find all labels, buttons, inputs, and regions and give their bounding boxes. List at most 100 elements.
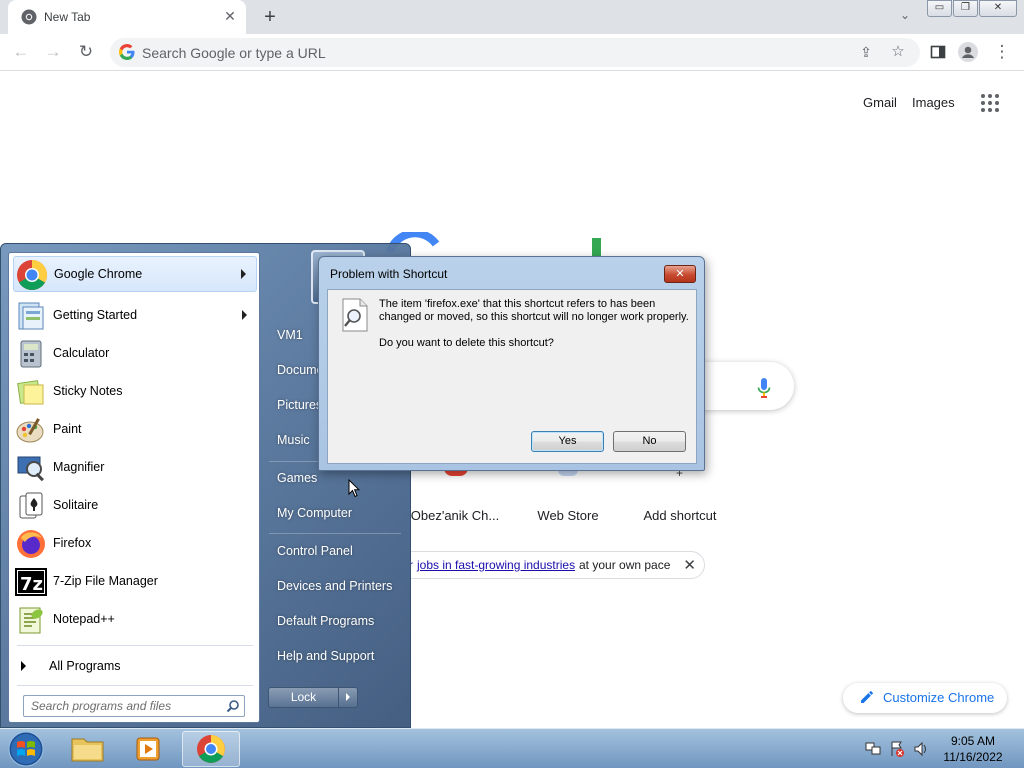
- calculator-icon: [20, 340, 42, 368]
- start-link-devices-printers[interactable]: Devices and Printers: [277, 579, 392, 593]
- program-label: Calculator: [53, 346, 110, 360]
- program-notepadpp[interactable]: Notepad++: [13, 602, 257, 638]
- address-bar[interactable]: Search Google or type a URL ⇪ ☆: [110, 38, 920, 67]
- voice-search-icon[interactable]: [757, 378, 771, 398]
- program-paint[interactable]: Paint: [13, 412, 257, 448]
- start-link-vm1[interactable]: VM1: [277, 328, 303, 342]
- search-icon: [226, 700, 239, 713]
- program-getting-started[interactable]: Getting Started: [13, 298, 257, 334]
- all-programs-label: All Programs: [49, 659, 121, 673]
- notepadpp-icon: [19, 607, 43, 634]
- program-sticky-notes[interactable]: Sticky Notes: [13, 374, 257, 410]
- google-apps-icon[interactable]: [981, 94, 999, 112]
- windows-start-orb-icon[interactable]: [6, 730, 46, 768]
- shortcut-web-store[interactable]: Web Store: [513, 508, 623, 523]
- start-link-games[interactable]: Games: [277, 471, 317, 485]
- dialog-body: The item 'firefox.exe' that this shortcu…: [327, 289, 697, 464]
- share-icon[interactable]: ⇪: [856, 42, 876, 62]
- shutdown-options-button[interactable]: [338, 687, 358, 708]
- problem-with-shortcut-dialog: Problem with Shortcut ✕ The item 'firefo…: [318, 256, 705, 471]
- chrome-menu-icon[interactable]: ⋮: [992, 42, 1012, 62]
- start-search-input[interactable]: Search programs and files: [23, 695, 245, 717]
- pencil-icon: [861, 691, 873, 703]
- program-label: Google Chrome: [54, 267, 143, 281]
- folder-icon: [71, 738, 104, 762]
- mouse-cursor-icon: [348, 479, 360, 498]
- network-icon[interactable]: [865, 742, 881, 755]
- customize-label: Customize Chrome: [883, 690, 995, 705]
- start-link-my-computer[interactable]: My Computer: [277, 506, 352, 520]
- all-programs-arrow-icon: [21, 661, 26, 671]
- dialog-close-button[interactable]: ✕: [664, 265, 696, 283]
- program-firefox[interactable]: Firefox: [13, 526, 257, 562]
- right-pane-separator: [269, 533, 401, 534]
- taskbar-explorer-button[interactable]: [58, 731, 116, 767]
- start-menu-programs-pane: Google Chrome Getting Started Calculator: [8, 252, 260, 723]
- program-solitaire[interactable]: Solitaire: [13, 488, 257, 524]
- dialog-question: Do you want to delete this shortcut?: [379, 337, 554, 349]
- promo-text: at your own pace: [579, 558, 671, 572]
- yes-button[interactable]: Yes: [531, 431, 604, 452]
- images-link[interactable]: Images: [912, 95, 955, 110]
- lock-button[interactable]: Lock: [268, 687, 339, 708]
- start-link-music[interactable]: Music: [277, 433, 310, 447]
- omnibox-placeholder: Search Google or type a URL: [142, 45, 326, 61]
- taskbar-media-player-button[interactable]: [120, 731, 178, 767]
- tab-strip: New Tab ✕ + ⌄ ▭ ❐ ✕: [0, 0, 1024, 34]
- taskbar-clock[interactable]: 9:05 AM 11/16/2022: [940, 733, 1006, 765]
- start-link-help-support[interactable]: Help and Support: [277, 649, 374, 663]
- side-panel-icon[interactable]: [928, 42, 948, 62]
- program-label: Sticky Notes: [53, 384, 123, 398]
- gmail-link[interactable]: Gmail: [863, 95, 897, 110]
- chrome-icon: [197, 735, 225, 763]
- promo-close-icon[interactable]: ✕: [683, 556, 696, 574]
- bookmark-star-icon[interactable]: ☆: [888, 42, 908, 62]
- promo-link[interactable]: jobs in fast-growing industries: [417, 558, 575, 572]
- start-link-documents[interactable]: Docume: [277, 363, 324, 377]
- program-7zip[interactable]: 7z 7-Zip File Manager: [13, 564, 257, 600]
- program-google-chrome[interactable]: Google Chrome: [13, 256, 257, 292]
- google-g-icon: [119, 44, 135, 60]
- 7zip-icon: 7z: [15, 568, 47, 596]
- program-calculator[interactable]: Calculator: [13, 336, 257, 372]
- tab-close-icon[interactable]: ✕: [222, 8, 238, 24]
- program-label: Solitaire: [53, 498, 99, 512]
- start-link-default-programs[interactable]: Default Programs: [277, 614, 374, 628]
- start-menu-separator: [17, 645, 253, 646]
- minimize-button[interactable]: ▭: [927, 0, 952, 17]
- new-tab-button[interactable]: +: [258, 6, 282, 28]
- paint-icon: [16, 418, 44, 443]
- shortcut-add[interactable]: Add shortcut: [625, 508, 735, 523]
- start-link-pictures[interactable]: Pictures: [277, 398, 322, 412]
- dialog-message: The item 'firefox.exe' that this shortcu…: [379, 298, 689, 323]
- program-label: Magnifier: [53, 460, 105, 474]
- customize-chrome-button[interactable]: Customize Chrome: [843, 683, 1007, 713]
- volume-icon[interactable]: [914, 741, 926, 757]
- browser-toolbar: ← → ↻ Search Google or type a URL ⇪ ☆ ⋮: [0, 34, 1024, 71]
- svg-text:7z: 7z: [20, 574, 43, 595]
- program-magnifier[interactable]: Magnifier: [13, 450, 257, 486]
- restore-button[interactable]: ❐: [953, 0, 978, 17]
- start-link-control-panel[interactable]: Control Panel: [277, 544, 353, 558]
- action-center-flag-icon[interactable]: [891, 741, 904, 757]
- tab-title: New Tab: [44, 10, 91, 24]
- reload-icon[interactable]: ↻: [76, 42, 96, 62]
- solitaire-icon: [19, 492, 43, 519]
- tab-new-tab[interactable]: New Tab ✕: [8, 0, 246, 34]
- taskbar-chrome-button[interactable]: [182, 731, 240, 767]
- submenu-arrow-icon: [242, 310, 247, 320]
- chrome-favicon-icon: [21, 9, 37, 25]
- program-label: Paint: [53, 422, 82, 436]
- tab-search-icon[interactable]: ⌄: [895, 8, 915, 26]
- clock-time: 9:05 AM: [950, 734, 996, 748]
- dialog-title: Problem with Shortcut: [330, 267, 448, 281]
- back-icon[interactable]: ←: [11, 42, 31, 62]
- window-close-button[interactable]: ✕: [979, 0, 1017, 17]
- profile-avatar-icon[interactable]: [958, 42, 978, 62]
- no-button[interactable]: No: [613, 431, 686, 452]
- forward-icon[interactable]: →: [43, 42, 63, 62]
- program-label: 7-Zip File Manager: [53, 574, 158, 588]
- program-label: Firefox: [53, 536, 92, 550]
- google-logo-fragment-l: [592, 238, 601, 256]
- shortcut-obezanik[interactable]: Obez'anik Ch...: [400, 508, 510, 523]
